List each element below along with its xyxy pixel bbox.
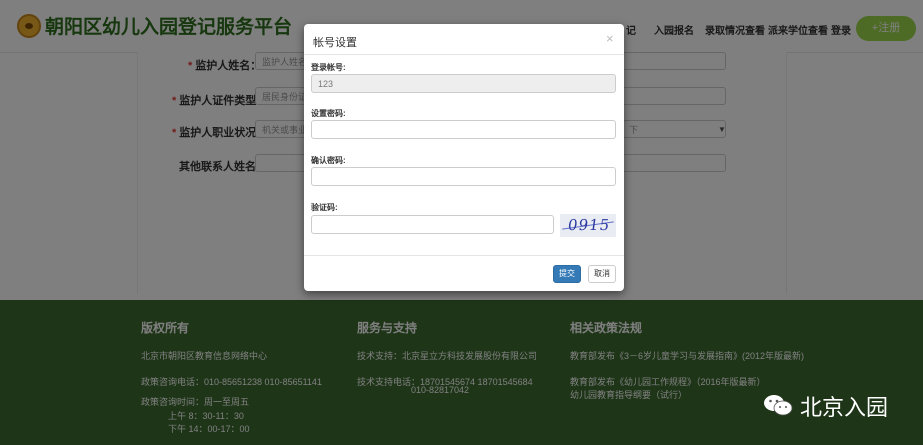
password-field[interactable]	[311, 120, 616, 139]
wechat-icon	[764, 395, 793, 416]
captcha-image[interactable]: 0915	[560, 214, 616, 237]
cancel-button[interactable]: 取消	[588, 265, 616, 283]
submit-button[interactable]: 提交	[553, 265, 581, 283]
password-label: 设置密码:	[311, 109, 346, 118]
account-field[interactable]	[311, 74, 616, 93]
confirm-password-field[interactable]	[311, 167, 616, 186]
account-label: 登录帐号:	[311, 63, 346, 72]
captcha-input[interactable]	[311, 215, 554, 234]
account-settings-modal: 帐号设置 × 登录帐号: 设置密码: 确认密码: 验证码: 0915 提交 取消	[304, 24, 624, 291]
modal-header-divider	[304, 54, 624, 55]
captcha-text: 0915	[566, 216, 612, 234]
captcha-label: 验证码:	[311, 203, 338, 212]
modal-footer-divider	[304, 255, 624, 256]
confirm-password-label: 确认密码:	[311, 156, 346, 165]
close-icon[interactable]: ×	[606, 31, 614, 46]
modal-title: 帐号设置	[313, 37, 357, 49]
watermark-text: 北京入园	[800, 395, 889, 420]
